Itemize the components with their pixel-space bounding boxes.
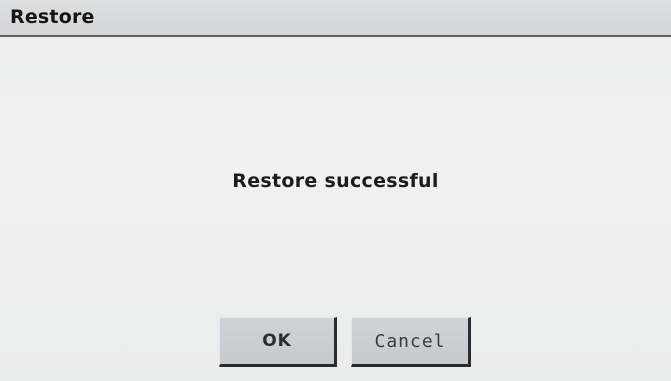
status-message: Restore successful [232, 170, 439, 192]
dialog-title: Restore [10, 6, 95, 28]
restore-dialog: Restore Restore successful OK Cancel [0, 0, 671, 381]
cancel-button[interactable]: Cancel [351, 317, 471, 367]
dialog-titlebar: Restore [0, 0, 671, 37]
ok-button[interactable]: OK [219, 317, 337, 367]
